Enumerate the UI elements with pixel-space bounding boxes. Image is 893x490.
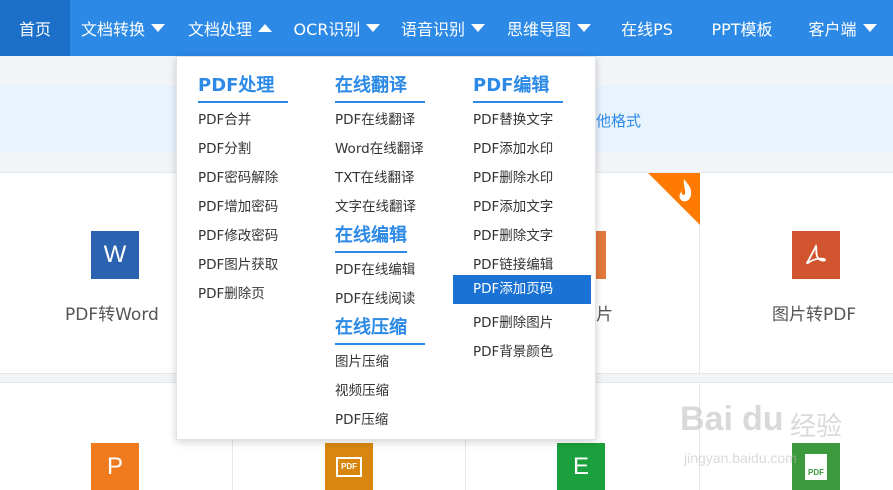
nav-label: 思维导图	[506, 20, 571, 39]
dropdown-heading-pdf-edit: PDF编辑	[473, 71, 563, 103]
nav-label: PPT模板	[711, 20, 773, 39]
menu-item-pdf-delete-pages[interactable]: PDF删除页	[198, 282, 265, 302]
menu-item-pdf-background-color[interactable]: PDF背景颜色	[473, 340, 553, 360]
menu-item-video-compress[interactable]: 视频压缩	[335, 379, 389, 399]
menu-item-pdf-add-password[interactable]: PDF增加密码	[198, 195, 278, 215]
menu-item-pdf-add-page-numbers[interactable]: PDF添加页码	[453, 275, 591, 304]
hot-badge-icon	[648, 173, 700, 225]
nav-item-doc-convert[interactable]: 文档转换	[70, 0, 176, 56]
menu-item-pdf-replace-text[interactable]: PDF替换文字	[473, 108, 553, 128]
nav-label: 语音识别	[400, 20, 465, 39]
slide-icon-text: PDF	[341, 462, 357, 471]
chevron-down-icon	[151, 24, 165, 32]
menu-item-word-translate[interactable]: Word在线翻译	[335, 137, 424, 157]
chevron-down-icon	[366, 24, 381, 32]
tool-label-partial[interactable]: 片	[596, 300, 613, 325]
acrobat-icon	[806, 243, 826, 265]
pdf-slide-icon[interactable]: PDF	[325, 443, 373, 490]
file-sheet-icon: PDF	[805, 453, 827, 480]
chevron-down-icon	[577, 24, 591, 32]
nav-item-ocr[interactable]: OCR识别	[284, 0, 390, 56]
menu-item-text-translate[interactable]: 文字在线翻译	[335, 195, 416, 215]
menu-item-pdf-unlock[interactable]: PDF密码解除	[198, 166, 278, 186]
grid-divider	[699, 384, 700, 490]
chevron-down-icon	[471, 24, 485, 32]
nav-item-mindmap[interactable]: 思维导图	[496, 0, 602, 56]
menu-item-pdf-link-edit[interactable]: PDF链接编辑	[473, 253, 553, 273]
pdf-file-icon[interactable]: PDF	[792, 443, 840, 490]
ppt-icon-letter: P	[106, 452, 123, 480]
chevron-down-icon	[862, 24, 877, 32]
doc-process-dropdown: PDF处理 PDF合并 PDF分割 PDF密码解除 PDF增加密码 PDF修改密…	[176, 56, 596, 440]
slide-frame-icon: PDF	[336, 456, 362, 477]
nav-label: 文档处理	[187, 20, 252, 39]
nav-item-doc-process[interactable]: 文档处理	[176, 0, 284, 56]
nav-label: 客户端	[808, 20, 857, 39]
dropdown-heading-online-translate: 在线翻译	[335, 71, 425, 103]
banner-text[interactable]: 他格式	[596, 110, 641, 131]
tool-label-image-to-pdf[interactable]: 图片转PDF	[772, 300, 856, 325]
menu-item-pdf-split[interactable]: PDF分割	[198, 137, 251, 157]
nav-label: 在线PS	[621, 20, 673, 39]
menu-item-pdf-extract-images[interactable]: PDF图片获取	[198, 253, 278, 273]
chevron-up-icon	[258, 24, 272, 32]
dropdown-heading-online-compress: 在线压缩	[335, 313, 425, 345]
menu-item-pdf-delete-images[interactable]: PDF删除图片	[473, 311, 553, 331]
menu-item-pdf-add-text[interactable]: PDF添加文字	[473, 195, 553, 215]
file-icon-text: PDF	[808, 467, 824, 477]
menu-item-pdf-merge[interactable]: PDF合并	[198, 108, 251, 128]
nav-item-online-ps[interactable]: 在线PS	[602, 0, 692, 56]
nav-label: 文档转换	[80, 20, 145, 39]
menu-item-pdf-add-watermark[interactable]: PDF添加水印	[473, 137, 553, 157]
dropdown-heading-pdf-process: PDF处理	[198, 71, 288, 103]
menu-item-pdf-online-read[interactable]: PDF在线阅读	[335, 287, 415, 307]
pdf-icon[interactable]	[792, 231, 840, 279]
word-icon-letter: W	[103, 241, 127, 268]
nav-item-speech[interactable]: 语音识别	[390, 0, 496, 56]
menu-item-pdf-online-edit[interactable]: PDF在线编辑	[335, 258, 415, 278]
ppt-icon[interactable]: P	[91, 443, 139, 490]
menu-item-pdf-translate[interactable]: PDF在线翻译	[335, 108, 415, 128]
nav-item-home[interactable]: 首页	[0, 0, 70, 56]
word-icon[interactable]: W	[91, 231, 139, 279]
dropdown-heading-online-edit: 在线编辑	[335, 221, 407, 253]
nav-item-client[interactable]: 客户端	[792, 0, 893, 56]
menu-item-pdf-compress[interactable]: PDF压缩	[335, 408, 388, 428]
menu-item-txt-translate[interactable]: TXT在线翻译	[335, 166, 415, 186]
nav-label: OCR识别	[293, 20, 361, 39]
excel-icon[interactable]: E	[557, 443, 605, 490]
excel-icon-letter: E	[572, 452, 589, 480]
menu-item-pdf-remove-watermark[interactable]: PDF删除水印	[473, 166, 553, 186]
tool-label-pdf-to-word[interactable]: PDF转Word	[65, 300, 159, 325]
nav-label: 首页	[18, 20, 51, 39]
menu-item-pdf-change-password[interactable]: PDF修改密码	[198, 224, 278, 244]
top-nav: 首页 文档转换 文档处理 OCR识别 语音识别 思维导图 在线PS PPT模板 …	[0, 0, 893, 56]
nav-item-ppt-template[interactable]: PPT模板	[692, 0, 792, 56]
menu-item-image-compress[interactable]: 图片压缩	[335, 350, 389, 370]
menu-item-pdf-delete-text[interactable]: PDF删除文字	[473, 224, 553, 244]
